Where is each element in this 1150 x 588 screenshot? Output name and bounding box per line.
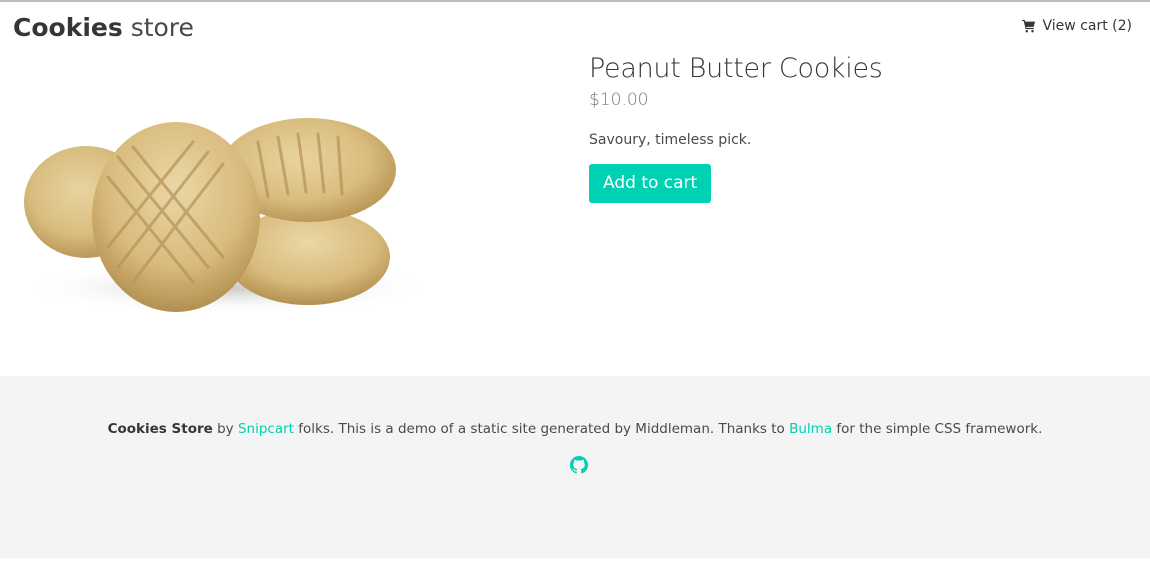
product-price: $10.00 <box>589 90 649 110</box>
footer-text-middle: folks. This is a demo of a static site g… <box>298 421 785 437</box>
product-details: Peanut Butter Cookies $10.00 Savoury, ti… <box>589 52 1129 203</box>
peanut-butter-cookies-image <box>18 118 438 314</box>
footer: Cookies Store by Snipcart folks. This is… <box>0 376 1150 558</box>
shopping-cart-icon <box>1021 19 1035 33</box>
brand-logo[interactable]: Cookies store <box>13 12 194 44</box>
footer-text-end: for the simple CSS framework. <box>836 421 1043 437</box>
snipcart-link[interactable]: Snipcart <box>238 421 294 437</box>
view-cart-label: View cart (2) <box>1042 18 1132 34</box>
github-icon[interactable] <box>570 456 588 474</box>
footer-store-name: Cookies Store <box>107 421 213 437</box>
brand-name: Cookies <box>13 13 123 42</box>
view-cart-link[interactable]: View cart (2) <box>1021 18 1132 34</box>
bulma-link[interactable]: Bulma <box>789 421 832 437</box>
product-title: Peanut Butter Cookies <box>589 53 883 84</box>
brand-suffix: store <box>130 13 194 42</box>
footer-credits: Cookies Store by Snipcart folks. This is… <box>0 421 1150 437</box>
add-to-cart-button[interactable]: Add to cart <box>589 164 712 203</box>
navbar: Cookies store View cart (2) <box>0 2 1150 48</box>
footer-text-by: by <box>217 421 234 437</box>
product-description: Savoury, timeless pick. <box>589 132 752 148</box>
